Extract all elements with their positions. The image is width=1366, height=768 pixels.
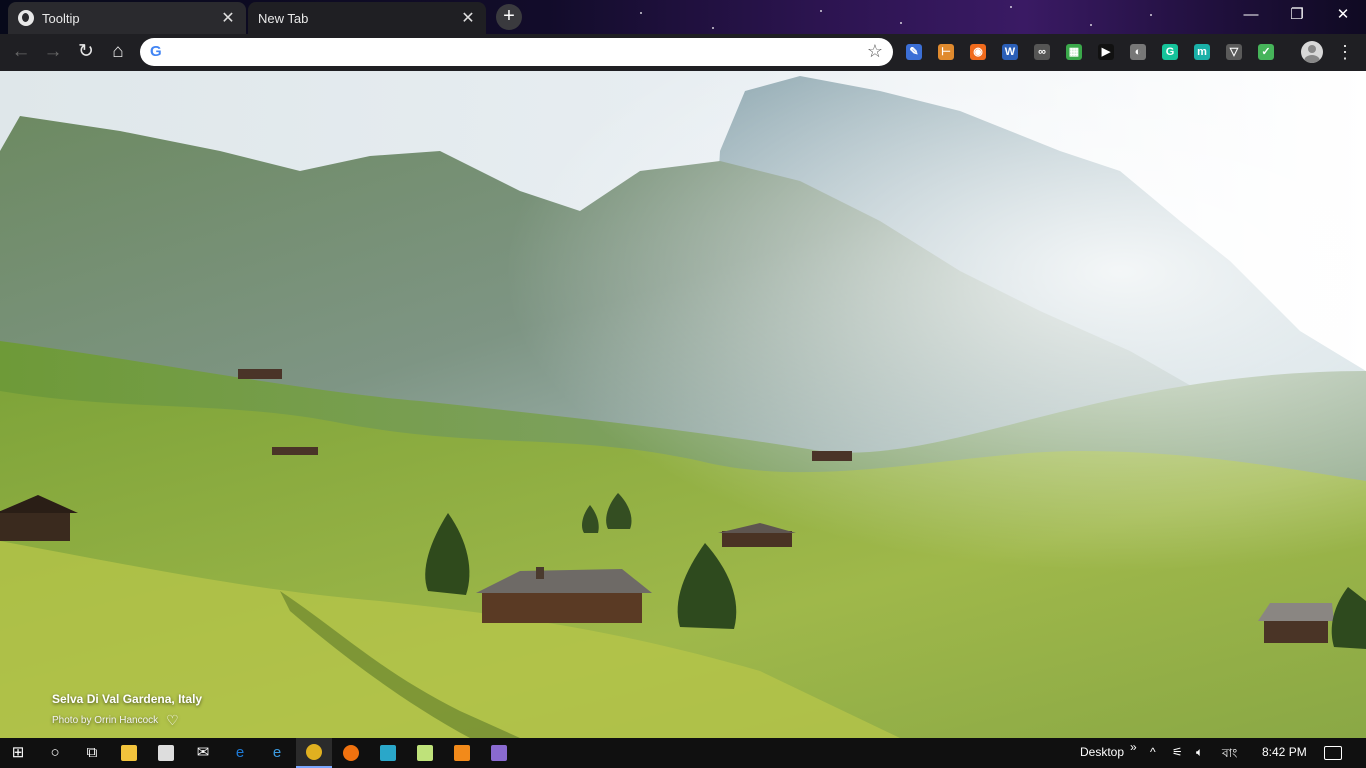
orange-extension-icon[interactable]: ◉ (970, 44, 986, 60)
globe-icon (18, 10, 34, 26)
tab-close-icon[interactable]: ✕ (460, 8, 476, 28)
omnibox[interactable]: G ☆ (140, 38, 893, 66)
start-icon: ⊞ (11, 744, 25, 761)
google-icon: G (150, 43, 162, 60)
landscape-image (0, 71, 1366, 738)
cabin-right (1258, 603, 1334, 643)
toolbar-overflow-icon[interactable]: » (1130, 740, 1137, 754)
close-window-button[interactable]: ✕ (1320, 0, 1366, 30)
address-input[interactable] (174, 42, 868, 64)
tab-new-tab[interactable]: New Tab ✕ (248, 2, 486, 34)
pocket-extension-icon[interactable]: ▽ (1226, 44, 1242, 60)
star-decoration (1150, 14, 1152, 16)
sublime-icon (454, 745, 470, 761)
check-extension-icon[interactable]: ✓ (1258, 44, 1274, 60)
tab-tooltip[interactable]: Tooltip ✕ (8, 2, 246, 34)
tab-title: New Tab (258, 10, 309, 26)
action-center-icon[interactable] (1324, 746, 1342, 760)
tab-close-icon[interactable]: ✕ (220, 8, 236, 28)
measure-extension-icon[interactable]: ⊢ (938, 44, 954, 60)
photographer-row: Photo by Orrin Hancock ♡ (52, 712, 202, 729)
task-view-button[interactable]: ⧉ (74, 738, 110, 768)
circle-extension-icon[interactable]: ◐ (1130, 44, 1146, 60)
mail-taskbar-icon[interactable]: ✉ (185, 738, 221, 768)
show-hidden-icons-chevron-icon[interactable]: ^ (1150, 745, 1156, 759)
star-decoration (820, 10, 822, 12)
grammarly-extension-icon[interactable]: G (1162, 44, 1178, 60)
color-palette-extension-icon[interactable]: ▦ (1066, 44, 1082, 60)
photo-credit: Selva Di Val Gardena, Italy Photo by Orr… (52, 692, 202, 729)
edge-icon: e (235, 744, 245, 761)
windows-taskbar: ⊞ ○ ⧉ ✉ e e Desktop » ^ ⚟ 🔈︎ বাং 8:42 PM (0, 738, 1366, 768)
file-explorer-icon (121, 745, 137, 761)
chrome-icon (306, 744, 322, 760)
browser-toolbar: ← → ↻ ⌂ G ☆ ✎ ⊢ ◉ W ∞ ▦ ▶ ◐ Gm ▽ ✓ ⋮ (0, 34, 1366, 72)
app-icon (380, 745, 396, 761)
internet-explorer-icon: e (272, 744, 282, 761)
firefox-taskbar-icon[interactable] (333, 738, 369, 768)
desktop-toolbar-label[interactable]: Desktop (1080, 745, 1124, 759)
edge-taskbar-icon[interactable]: e (222, 738, 258, 768)
forward-button[interactable]: → (41, 40, 65, 64)
back-button[interactable]: ← (9, 40, 33, 64)
star-decoration (712, 27, 714, 29)
cortana-search-icon: ○ (50, 744, 60, 761)
tab-title: Tooltip (42, 10, 80, 26)
volume-icon[interactable]: 🔈︎ (1196, 745, 1203, 760)
restore-button[interactable]: ❐ (1274, 0, 1320, 30)
app-taskbar-icon[interactable] (370, 738, 406, 768)
language-indicator[interactable]: বাং (1222, 745, 1237, 765)
firefox-icon (343, 745, 359, 761)
background-photo: Selva Di Val Gardena, Italy Photo by Orr… (0, 71, 1366, 738)
mail-icon: ✉ (196, 744, 210, 761)
bookmark-star-icon[interactable]: ☆ (867, 41, 883, 62)
star-decoration (640, 12, 642, 14)
chrome-menu-button[interactable]: ⋮ (1336, 40, 1354, 64)
minimize-button[interactable]: — (1228, 0, 1274, 30)
binocular-extension-icon[interactable]: ∞ (1034, 44, 1050, 60)
notepad-icon (417, 745, 433, 761)
new-tab-button[interactable]: + (496, 4, 522, 30)
file-explorer-taskbar-icon[interactable] (111, 738, 147, 768)
star-decoration (1090, 24, 1092, 26)
pen-extension-icon[interactable]: ✎ (906, 44, 922, 60)
store-taskbar-icon[interactable] (148, 738, 184, 768)
internet-explorer-taskbar-icon[interactable]: e (259, 738, 295, 768)
sublime-taskbar-icon[interactable] (444, 738, 480, 768)
task-view-icon: ⧉ (86, 744, 98, 761)
visual-studio-taskbar-icon[interactable] (481, 738, 517, 768)
m-extension-icon[interactable]: m (1194, 44, 1210, 60)
home-button[interactable]: ⌂ (106, 40, 130, 64)
heart-icon[interactable]: ♡ (166, 712, 179, 729)
store-icon (158, 745, 174, 761)
cortana-search-button[interactable]: ○ (37, 738, 73, 768)
star-decoration (1010, 6, 1012, 8)
chrome-taskbar-icon[interactable] (296, 738, 332, 768)
start-button[interactable]: ⊞ (0, 738, 36, 768)
wifi-icon[interactable]: ⚟ (1172, 745, 1183, 759)
word-extension-icon[interactable]: W (1002, 44, 1018, 60)
photographer-name[interactable]: Photo by Orrin Hancock (52, 715, 158, 726)
star-decoration (900, 22, 902, 24)
visual-studio-icon (491, 745, 507, 761)
tab-strip: Tooltip ✕ New Tab ✕ + — ❐ ✕ (0, 0, 1366, 34)
clock[interactable]: 8:42 PM (1262, 745, 1307, 759)
reload-button[interactable]: ↻ (74, 40, 98, 64)
notepad-taskbar-icon[interactable] (407, 738, 443, 768)
play-extension-icon[interactable]: ▶ (1098, 44, 1114, 60)
photo-location[interactable]: Selva Di Val Gardena, Italy (52, 692, 202, 706)
profile-avatar[interactable] (1301, 41, 1323, 63)
